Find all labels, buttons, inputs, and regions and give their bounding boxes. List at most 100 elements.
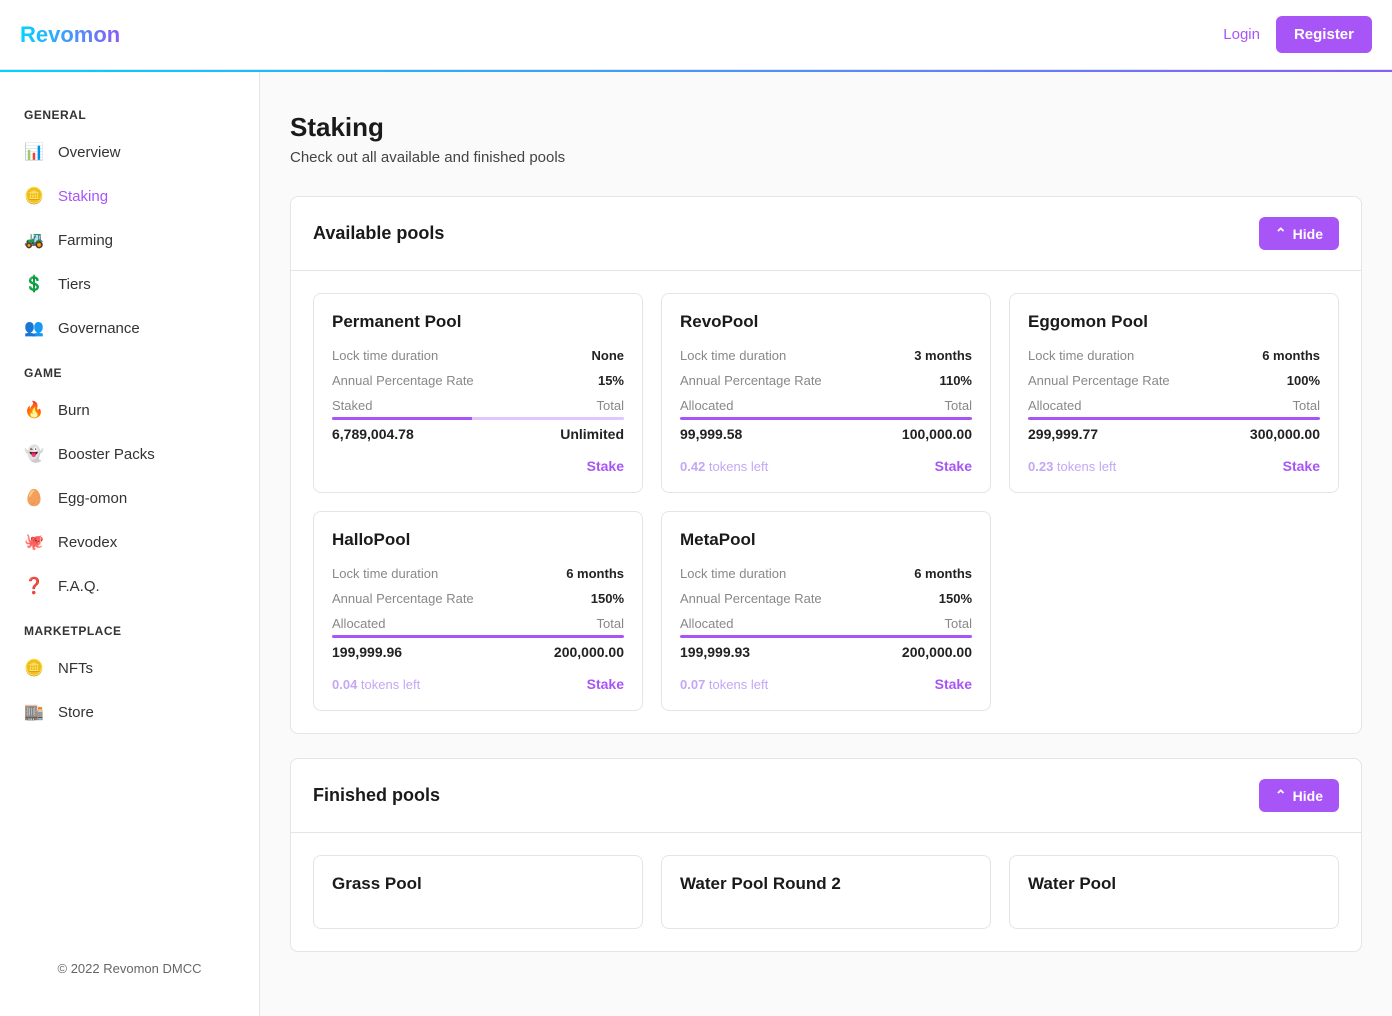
sidebar-item-label: F.A.Q. xyxy=(58,578,100,595)
section-title: Finished pools xyxy=(313,785,440,806)
apr-label: Annual Percentage Rate xyxy=(332,373,474,388)
farming-icon: 🚜 xyxy=(24,230,44,250)
pool-lock-row: Lock time duration 3 months xyxy=(680,348,972,363)
sidebar-footer: © 2022 Revomon DMCC xyxy=(10,941,249,996)
revodex-icon: 🐙 xyxy=(24,532,44,552)
progress-left-value: 199,999.96 xyxy=(332,644,402,660)
sidebar-item-revodex[interactable]: 🐙 Revodex xyxy=(10,520,249,564)
lock-time-label: Lock time duration xyxy=(332,348,438,363)
sidebar-item-label: Farming xyxy=(58,232,113,249)
sidebar-item-egg-omon[interactable]: 🥚Egg-omon xyxy=(10,476,249,520)
sidebar: GENERAL 📊 Overview 🪙Staking 🚜 Farming 💲 Tiers 👥G… xyxy=(0,72,260,1016)
sidebar-item-farming[interactable]: 🚜 Farming xyxy=(10,218,249,262)
sidebar-item-burn[interactable]: 🔥 Burn xyxy=(10,388,249,432)
tokens-left: 0.04 tokens left xyxy=(332,677,420,692)
sidebar-item-governance[interactable]: 👥Governance xyxy=(10,306,249,350)
lock-time-value: 3 months xyxy=(914,348,972,363)
pool-lock-row: Lock time duration 6 months xyxy=(1028,348,1320,363)
apr-value: 15% xyxy=(598,373,624,388)
pool-footer: Stake xyxy=(332,458,624,474)
pool-footer: 0.23 tokens left Stake xyxy=(1028,458,1320,474)
pool-name: Water Pool Round 2 xyxy=(680,874,972,894)
progress-values: 99,999.58 100,000.00 xyxy=(680,426,972,442)
header: Revomon Login Register xyxy=(0,0,1392,70)
sidebar-section-title: GAME xyxy=(10,358,249,388)
pool-lock-row: Lock time duration 6 months xyxy=(332,566,624,581)
tiers-icon: 💲 xyxy=(24,274,44,294)
progress-left-label: Staked xyxy=(332,398,372,413)
lock-time-value: 6 months xyxy=(914,566,972,581)
progress-labels: Allocated Total xyxy=(332,616,624,631)
hide-button[interactable]: ⌃ Hide xyxy=(1259,217,1339,250)
pool-lock-row: Lock time duration None xyxy=(332,348,624,363)
stake-button[interactable]: Stake xyxy=(587,458,624,474)
hide-label: Hide xyxy=(1293,226,1323,242)
sidebar-item-booster-packs[interactable]: 👻 Booster Packs xyxy=(10,432,249,476)
progress-left-value: 6,789,004.78 xyxy=(332,426,414,442)
progress-values: 6,789,004.78 Unlimited xyxy=(332,426,624,442)
hide-button[interactable]: ⌃ Hide xyxy=(1259,779,1339,812)
available-pools-section: Available pools ⌃ Hide Permanent Pool Lo… xyxy=(290,196,1362,734)
progress-left-label: Allocated xyxy=(680,398,733,413)
booster-packs-icon: 👻 xyxy=(24,444,44,464)
pool-name: MetaPool xyxy=(680,530,972,550)
pool-name: Permanent Pool xyxy=(332,312,624,332)
apr-value: 150% xyxy=(939,591,972,606)
store-icon: 🏬 xyxy=(24,702,44,722)
progress-values: 199,999.93 200,000.00 xyxy=(680,644,972,660)
stake-button[interactable]: Stake xyxy=(935,458,972,474)
sidebar-item-store[interactable]: 🏬 Store xyxy=(10,690,249,734)
burn-icon: 🔥 xyxy=(24,400,44,420)
sidebar-item-label: Overview xyxy=(58,144,121,161)
progress-values: 199,999.96 200,000.00 xyxy=(332,644,624,660)
pool-name: HalloPool xyxy=(332,530,624,550)
sidebar-section-title: GENERAL xyxy=(10,100,249,130)
sidebar-item-f-a-q-[interactable]: ❓F.A.Q. xyxy=(10,564,249,608)
pool-apr-row: Annual Percentage Rate 100% xyxy=(1028,373,1320,388)
apr-value: 150% xyxy=(591,591,624,606)
pool-lock-row: Lock time duration 6 months xyxy=(680,566,972,581)
pool-name: Water Pool xyxy=(1028,874,1320,894)
tokens-left: 0.42 tokens left xyxy=(680,459,768,474)
login-link[interactable]: Login xyxy=(1223,26,1260,43)
progress-labels: Staked Total xyxy=(332,398,624,413)
progress-bar xyxy=(680,417,972,420)
apr-label: Annual Percentage Rate xyxy=(332,591,474,606)
progress-fill xyxy=(332,417,472,420)
lock-time-value: 6 months xyxy=(1262,348,1320,363)
overview-icon: 📊 xyxy=(24,142,44,162)
lock-time-value: 6 months xyxy=(566,566,624,581)
progress-fill xyxy=(680,635,972,638)
tokens-left: 0.23 tokens left xyxy=(1028,459,1116,474)
logo[interactable]: Revomon xyxy=(20,22,120,48)
progress-labels: Allocated Total xyxy=(1028,398,1320,413)
sidebar-item-nfts[interactable]: 🪙NFTs xyxy=(10,646,249,690)
lock-time-label: Lock time duration xyxy=(332,566,438,581)
pool-footer: 0.42 tokens left Stake xyxy=(680,458,972,474)
sidebar-section-title: MARKETPLACE xyxy=(10,616,249,646)
sidebar-item-label: Store xyxy=(58,704,94,721)
sidebar-item-overview[interactable]: 📊 Overview xyxy=(10,130,249,174)
sidebar-item-label: Revodex xyxy=(58,534,117,551)
lock-time-label: Lock time duration xyxy=(1028,348,1134,363)
register-button[interactable]: Register xyxy=(1276,16,1372,53)
progress-left-value: 99,999.58 xyxy=(680,426,742,442)
stake-button[interactable]: Stake xyxy=(587,676,624,692)
sidebar-item-label: Tiers xyxy=(58,276,91,293)
stake-button[interactable]: Stake xyxy=(1283,458,1320,474)
sidebar-item-staking[interactable]: 🪙Staking xyxy=(10,174,249,218)
progress-bar xyxy=(680,635,972,638)
progress-right-label: Total xyxy=(945,616,972,631)
sidebar-item-label: Booster Packs xyxy=(58,446,155,463)
nfts-icon: 🪙 xyxy=(24,658,44,678)
progress-right-value: 100,000.00 xyxy=(902,426,972,442)
lock-time-label: Lock time duration xyxy=(680,566,786,581)
pool-card: Eggomon Pool Lock time duration 6 months… xyxy=(1009,293,1339,493)
progress-bar xyxy=(332,417,624,420)
sidebar-item-label: Governance xyxy=(58,320,140,337)
sidebar-item-label: Burn xyxy=(58,402,90,419)
stake-button[interactable]: Stake xyxy=(935,676,972,692)
pool-card: RevoPool Lock time duration 3 months Ann… xyxy=(661,293,991,493)
pool-name: RevoPool xyxy=(680,312,972,332)
sidebar-item-tiers[interactable]: 💲 Tiers xyxy=(10,262,249,306)
